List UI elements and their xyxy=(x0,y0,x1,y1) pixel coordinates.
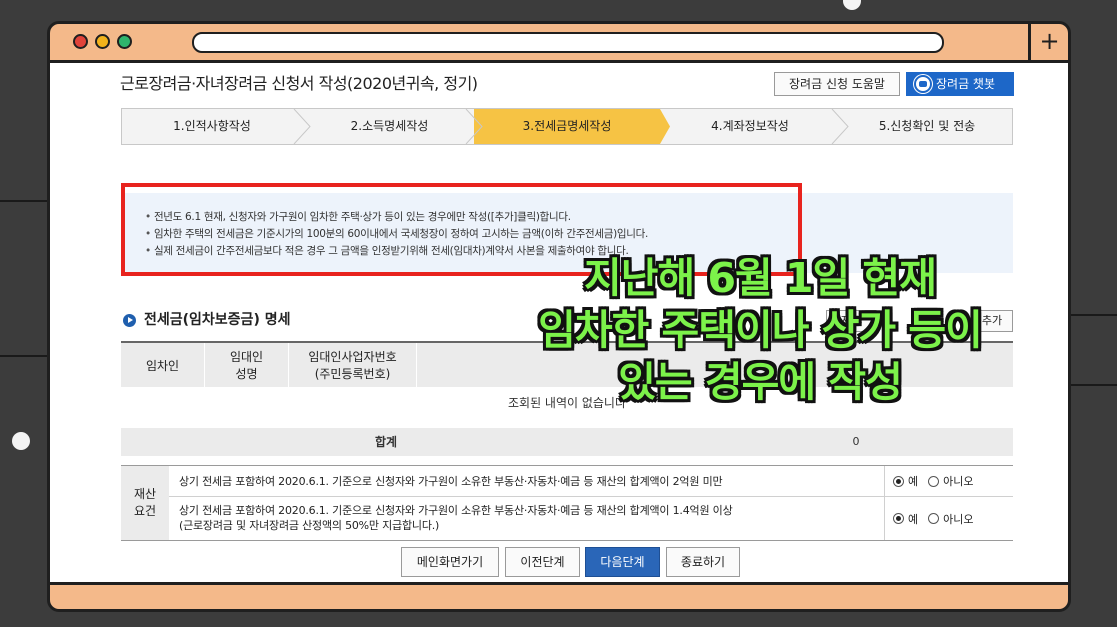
radio-group: 예 아니오 xyxy=(884,497,1013,540)
total-label: 합계 xyxy=(374,435,398,449)
table-total-row: 합계 0 xyxy=(121,428,1013,456)
no-radio[interactable] xyxy=(928,513,940,524)
bg-dot xyxy=(843,0,861,10)
notice-item: 전년도 6.1 현재, 신청자와 가구원이 임차한 주택·상가 등이 있는 경우… xyxy=(145,209,648,226)
property-row: 상기 전세금 포함하여 2020.6.1. 기준으로 신청자와 가구원이 소유한… xyxy=(169,497,1013,540)
property-requirement: 재산 요건 상기 전세금 포함하여 2020.6.1. 기준으로 신청자와 가구… xyxy=(121,465,1013,541)
no-label: 아니오 xyxy=(943,512,974,526)
property-label: 재산 요건 xyxy=(121,466,169,540)
notice-item: 임차한 주택의 전세금은 기준시가의 100분의 60이내에서 국세청장이 정하… xyxy=(145,226,648,243)
no-radio[interactable] xyxy=(928,475,940,487)
minimize-window-button[interactable] xyxy=(95,34,110,49)
chatbot-label: 장려금 챗봇 xyxy=(936,77,996,91)
step-chevron xyxy=(831,109,849,144)
bg-line xyxy=(0,200,48,202)
total-value: 0 xyxy=(852,435,860,448)
previous-step-button[interactable]: 이전단계 xyxy=(505,547,580,577)
next-step-button[interactable]: 다음단계 xyxy=(585,547,660,577)
bg-dot xyxy=(12,432,30,450)
main-screen-button[interactable]: 메인화면가기 xyxy=(401,547,499,577)
new-tab-button[interactable]: + xyxy=(1028,24,1068,60)
bg-line xyxy=(0,355,48,357)
exit-button[interactable]: 종료하기 xyxy=(666,547,740,577)
property-condition-text: 상기 전세금 포함하여 2020.6.1. 기준으로 신청자와 가구원이 소유한… xyxy=(179,504,733,532)
no-label: 아니오 xyxy=(943,475,974,488)
radio-group: 예 아니오 xyxy=(884,466,1013,496)
step-progress: 1.인적사항작성 2.소득명세작성 3.전세금명세작성 4.계좌정보작성 5.신… xyxy=(121,108,1013,145)
close-window-button[interactable] xyxy=(73,34,88,49)
step-chevron xyxy=(650,109,670,144)
video-caption-overlay: 지난해 6월 1일 현재 임차한 주택이나 상가 등이 있는 경우에 작성 xyxy=(440,252,1080,408)
yes-radio[interactable] xyxy=(893,513,904,524)
maximize-window-button[interactable] xyxy=(117,34,132,49)
col-header-landlord-id: 임대인사업자번호 (주민등록번호) xyxy=(289,343,417,387)
address-bar[interactable] xyxy=(192,32,944,53)
yes-label: 예 xyxy=(908,475,919,488)
section-arrow-icon xyxy=(123,314,136,327)
chatbot-button[interactable]: 장려금 챗봇 xyxy=(906,72,1014,96)
step-5: 5.신청확인 및 전송 xyxy=(878,119,976,133)
step-chevron xyxy=(465,109,484,144)
caption-line-2: 임차한 주택이나 상가 등이 xyxy=(538,306,983,354)
section-title: 전세금(임차보증금) 명세 xyxy=(144,312,291,328)
yes-radio[interactable] xyxy=(893,475,904,487)
chatbot-icon xyxy=(914,75,932,93)
property-row: 상기 전세금 포함하여 2020.6.1. 기준으로 신청자와 가구원이 소유한… xyxy=(169,466,1013,497)
step-3-active: 3.전세금명세작성 xyxy=(474,109,660,144)
step-1: 1.인적사항작성 xyxy=(173,119,251,133)
col-header-tenant: 임차인 xyxy=(121,343,205,387)
step-2: 2.소득명세작성 xyxy=(350,119,429,133)
help-button[interactable]: 장려금 신청 도움말 xyxy=(774,72,900,96)
step-4: 4.계좌정보작성 xyxy=(711,119,789,133)
caption-line-1: 지난해 6월 1일 현재 xyxy=(584,254,937,302)
property-condition-text: 상기 전세금 포함하여 2020.6.1. 기준으로 신청자와 가구원이 소유한… xyxy=(179,475,723,488)
col-header-landlord-name: 임대인 성명 xyxy=(205,343,289,387)
page-title: 근로장려금·자녀장려금 신청서 작성(2020년귀속, 정기) xyxy=(120,74,478,93)
yes-label: 예 xyxy=(908,512,919,526)
caption-line-3: 있는 경우에 작성 xyxy=(618,358,903,406)
browser-titlebar: + xyxy=(50,24,1068,60)
step-chevron xyxy=(293,109,311,144)
